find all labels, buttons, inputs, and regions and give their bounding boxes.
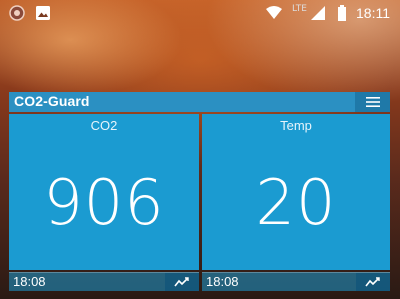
hamburger-menu-icon — [365, 97, 380, 107]
status-clock: 18:11 — [356, 5, 390, 21]
co2-value: 906 — [43, 166, 165, 239]
network-type-label: LTE — [292, 4, 307, 14]
status-bar-right: LTE 18:11 — [265, 4, 390, 22]
image-notification-icon — [34, 4, 52, 22]
trend-chart-icon — [365, 277, 380, 287]
status-bar: LTE 18:11 — [0, 0, 400, 28]
widget-header: CO2-Guard — [9, 92, 390, 112]
co2-label: CO2 — [90, 118, 118, 133]
co2-trend-button[interactable] — [165, 273, 199, 291]
co2-update-time: 18:08 — [13, 274, 46, 289]
signal-icon — [310, 4, 328, 22]
menu-button[interactable] — [355, 92, 390, 112]
wifi-icon — [265, 4, 283, 22]
temp-trend-button[interactable] — [356, 273, 390, 291]
co2-guard-widget[interactable]: CO2-Guard CO2 906 Temp 20 18:08 18:08 — [9, 92, 390, 291]
widget-title: CO2-Guard — [14, 93, 90, 109]
temp-value: 20 — [255, 166, 337, 239]
temp-panel[interactable]: Temp 20 — [202, 114, 390, 270]
co2-panel[interactable]: CO2 906 — [9, 114, 199, 270]
app-notification-icon — [8, 4, 26, 22]
temp-label: Temp — [280, 118, 312, 133]
battery-icon — [337, 4, 347, 22]
status-bar-left — [8, 4, 52, 22]
co2-footer: 18:08 — [9, 272, 199, 291]
temp-footer: 18:08 — [202, 272, 390, 291]
trend-chart-icon — [174, 277, 189, 287]
temp-update-time: 18:08 — [206, 274, 239, 289]
